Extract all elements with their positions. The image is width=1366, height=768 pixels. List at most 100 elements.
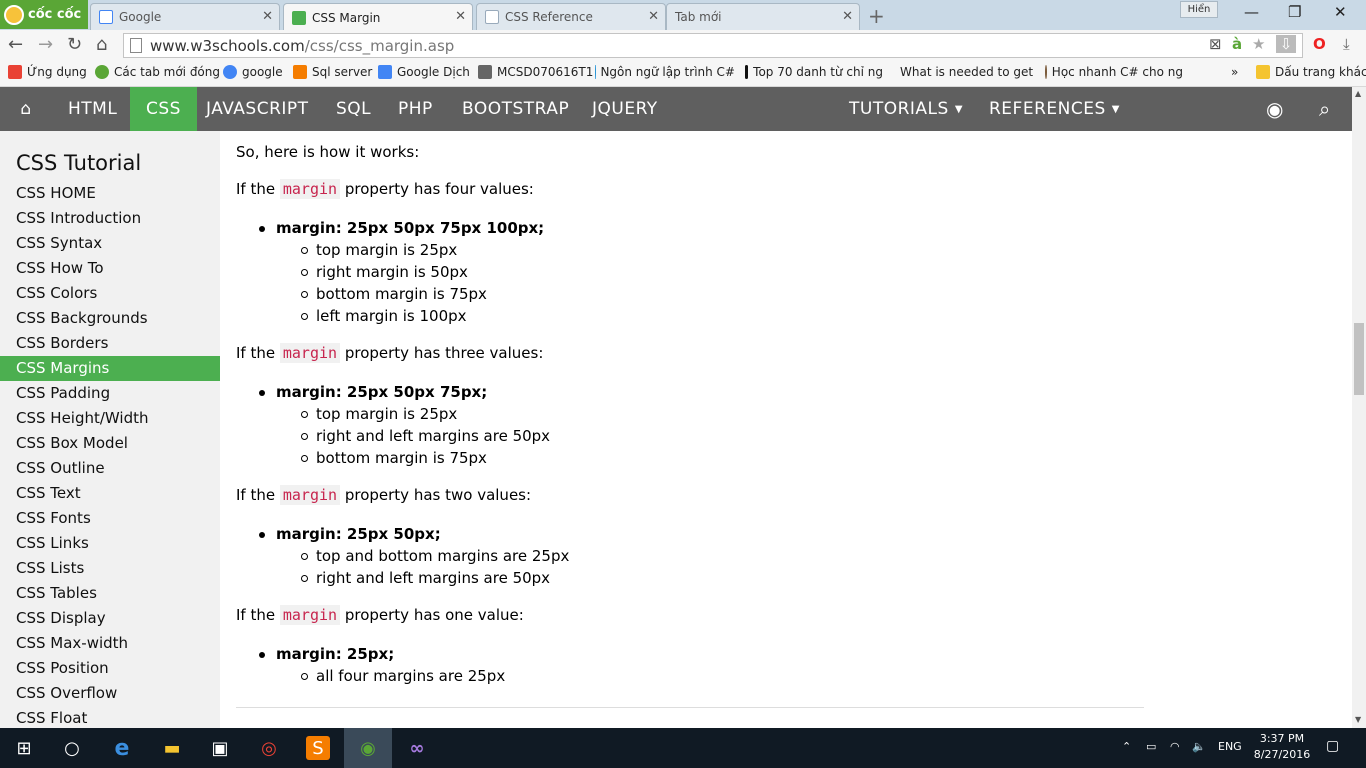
volume-mute-icon[interactable]: 🔈 <box>1192 740 1206 753</box>
bookmark-hoc-nhanh[interactable]: Học nhanh C# cho ng <box>1045 65 1183 79</box>
search-circle-icon[interactable]: ○ <box>60 736 84 760</box>
sidebar-link-css-home[interactable]: CSS HOME <box>0 181 220 206</box>
scroll-down-arrow-icon[interactable]: ▼ <box>1355 715 1361 724</box>
sidebar-link-css-outline[interactable]: CSS Outline <box>0 456 220 481</box>
store-icon[interactable]: ▣ <box>208 736 232 760</box>
w3schools-icon <box>292 10 306 25</box>
forward-arrow-icon[interactable]: → <box>38 34 53 55</box>
home-icon[interactable]: ⌂ <box>96 34 107 55</box>
scrollbar-thumb[interactable] <box>1354 323 1364 395</box>
sidebar-link-css-margins[interactable]: CSS Margins <box>0 356 220 381</box>
nav-html[interactable]: HTML <box>52 87 133 131</box>
sidebar-link-css-box-model[interactable]: CSS Box Model <box>0 431 220 456</box>
page-scrollbar[interactable]: ▲ ▼ <box>1352 87 1366 728</box>
window-close-icon[interactable]: ✕ <box>1334 3 1347 21</box>
sidebar-link-css-introduction[interactable]: CSS Introduction <box>0 206 220 231</box>
restore-icon[interactable]: ❐ <box>1288 3 1301 21</box>
tab-google[interactable]: Google ✕ <box>90 3 280 30</box>
sidebar-link-css-syntax[interactable]: CSS Syntax <box>0 231 220 256</box>
nav-tutorials[interactable]: TUTORIALS ▼ <box>833 87 979 131</box>
close-icon[interactable]: ✕ <box>648 9 659 24</box>
sidebar-link-css-colors[interactable]: CSS Colors <box>0 281 220 306</box>
scroll-up-arrow-icon[interactable]: ▲ <box>1355 89 1361 98</box>
tab-css-margin[interactable]: CSS Margin ✕ <box>283 3 473 31</box>
system-clock[interactable]: 3:37 PM 8/27/2016 <box>1252 731 1312 763</box>
bookmark-mcsd[interactable]: MCSD070616T1 <box>478 65 593 79</box>
sublime-icon[interactable]: S <box>306 736 330 760</box>
tray-chevron-up-icon[interactable]: ⌃ <box>1122 740 1131 753</box>
close-icon[interactable]: ✕ <box>455 9 466 24</box>
sidebar-link-css-how-to[interactable]: CSS How To <box>0 256 220 281</box>
clock-date: 8/27/2016 <box>1253 748 1311 761</box>
sidebar-link-css-links[interactable]: CSS Links <box>0 531 220 556</box>
notifications-icon[interactable]: ▢ <box>1326 738 1339 754</box>
nav-javascript[interactable]: JAVASCRIPT <box>190 87 325 131</box>
language-indicator[interactable]: ENG <box>1218 740 1242 753</box>
sidebar-link-css-tables[interactable]: CSS Tables <box>0 581 220 606</box>
bookmark-top70[interactable]: Top 70 danh từ chỉ ng <box>745 65 883 79</box>
logo-text: cốc cốc <box>28 7 82 22</box>
nav-css[interactable]: CSS <box>130 87 197 131</box>
sidebar-link-css-overflow[interactable]: CSS Overflow <box>0 681 220 706</box>
browser-tab-strip: cốc cốc Google ✕ CSS Margin ✕ CSS Refere… <box>0 0 1366 31</box>
edge-icon[interactable]: e <box>110 736 134 761</box>
bookmark-google[interactable]: google <box>223 65 283 79</box>
sidebar-link-css-display[interactable]: CSS Display <box>0 606 220 631</box>
battery-icon[interactable]: ▭ <box>1146 740 1156 753</box>
list-item-rule: margin: 25px 50px 75px; <box>258 383 488 401</box>
search-icon[interactable]: ⌕ <box>1303 87 1347 131</box>
sidebar-title: CSS Tutorial <box>16 151 142 175</box>
bookmark-csharp[interactable]: Ngôn ngữ lập trình C# <box>595 65 735 79</box>
sidebar-link-css-padding[interactable]: CSS Padding <box>0 381 220 406</box>
sidebar-link-css-borders[interactable]: CSS Borders <box>0 331 220 356</box>
file-explorer-icon[interactable]: ▬ <box>160 736 184 760</box>
sidebar-link-css-float[interactable]: CSS Float <box>0 706 220 728</box>
star-icon[interactable]: ★ <box>1252 35 1265 53</box>
chrome-icon[interactable]: ◎ <box>257 736 281 760</box>
tab-new[interactable]: Tab mới ✕ <box>666 3 860 30</box>
sidebar-link-css-height-width[interactable]: CSS Height/Width <box>0 406 220 431</box>
bookmark-other[interactable]: Dấu trang khác <box>1256 65 1366 79</box>
new-tab-plus-icon[interactable]: + <box>868 4 885 28</box>
bookmark-apps[interactable]: Ứng dụng <box>8 65 87 79</box>
windows-start-icon[interactable]: ⊞ <box>12 736 36 760</box>
folder-icon <box>478 65 492 79</box>
nav-bootstrap[interactable]: BOOTSTRAP <box>446 87 585 131</box>
sidebar-link-css-max-width[interactable]: CSS Max-width <box>0 631 220 656</box>
bookmark-sql-server[interactable]: Sql server <box>293 65 372 79</box>
downloads-icon[interactable]: ⤓ <box>1343 35 1350 53</box>
nav-sql[interactable]: SQL <box>320 87 387 131</box>
opera-icon[interactable]: O <box>1313 35 1326 53</box>
download-arrow-icon[interactable]: ⇩ <box>1276 35 1296 53</box>
profile-badge[interactable]: Hiển <box>1180 1 1218 18</box>
coccoc-taskbar-icon[interactable]: ◉ <box>356 736 380 760</box>
bookmark-recent-tabs[interactable]: Các tab mới đóng <box>95 65 220 79</box>
bookmarks-overflow-chevron-icon[interactable]: » <box>1231 65 1238 79</box>
coccoc-logo[interactable]: cốc cốc <box>0 0 88 29</box>
close-icon[interactable]: ✕ <box>842 9 853 24</box>
sidebar-link-css-lists[interactable]: CSS Lists <box>0 556 220 581</box>
back-arrow-icon[interactable]: ← <box>8 34 23 55</box>
sidebar-link-css-text[interactable]: CSS Text <box>0 481 220 506</box>
list-item: bottom margin is 75px <box>301 449 487 467</box>
nav-references[interactable]: REFERENCES ▼ <box>973 87 1136 131</box>
sidebar-link-css-backgrounds[interactable]: CSS Backgrounds <box>0 306 220 331</box>
wifi-icon[interactable]: ◠ <box>1170 740 1180 753</box>
url-input[interactable]: www.w3schools.com/css/css_margin.asp <box>123 33 1303 58</box>
sidebar-link-css-fonts[interactable]: CSS Fonts <box>0 506 220 531</box>
tab-css-reference[interactable]: CSS Reference ✕ <box>476 3 666 30</box>
translate-icon[interactable]: ⊠ <box>1209 35 1222 53</box>
page-info-icon[interactable] <box>130 38 142 53</box>
bookmark-what-is-needed[interactable]: What is needed to get <box>895 65 1033 79</box>
close-icon[interactable]: ✕ <box>262 9 273 24</box>
nav-jquery[interactable]: JQUERY <box>576 87 674 131</box>
home-icon[interactable]: ⌂ <box>0 87 52 131</box>
minimize-icon[interactable]: — <box>1244 3 1259 21</box>
reload-icon[interactable]: ↻ <box>67 34 82 55</box>
globe-icon[interactable]: ◉ <box>1250 87 1300 131</box>
nav-php[interactable]: PHP <box>382 87 449 131</box>
bookmark-google-translate[interactable]: Google Dịch <box>378 65 470 79</box>
vietnamese-input-icon[interactable]: à <box>1232 35 1242 53</box>
visual-studio-icon[interactable]: ∞ <box>405 736 429 760</box>
sidebar-link-css-position[interactable]: CSS Position <box>0 656 220 681</box>
